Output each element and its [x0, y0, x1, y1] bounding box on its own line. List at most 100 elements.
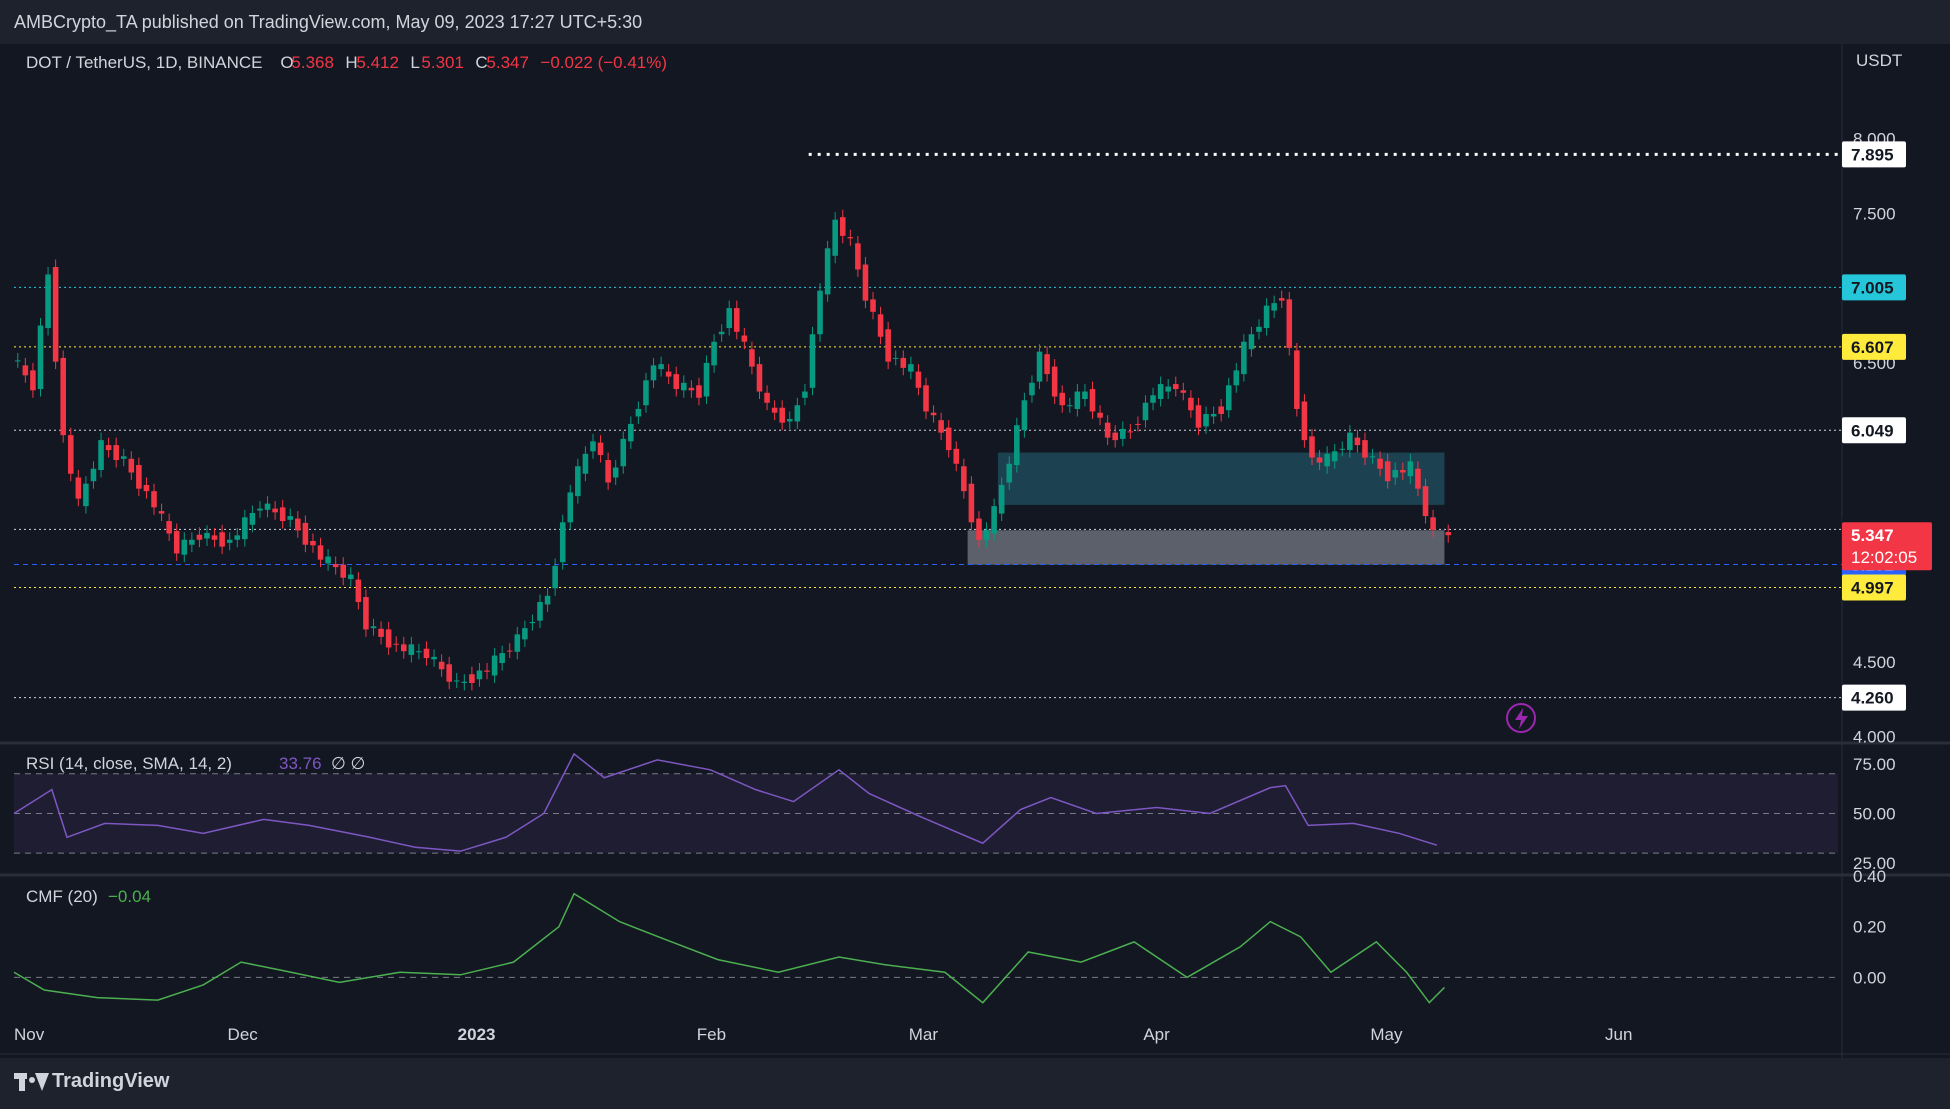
candle-body: [60, 357, 66, 436]
rsi-tick-label: 75.00: [1853, 755, 1896, 774]
candle-body: [681, 382, 687, 391]
rsi-extra: ∅ ∅: [331, 754, 365, 773]
candle-body: [658, 364, 664, 370]
candle-body: [771, 407, 778, 413]
cmf-title: CMF (20): [26, 887, 98, 906]
candle-body: [794, 405, 801, 422]
candle-body: [1195, 405, 1202, 428]
candle-body: [900, 357, 907, 368]
candle-body: [559, 522, 566, 563]
x-tick-label: Feb: [697, 1025, 726, 1044]
x-tick-label: Jun: [1605, 1025, 1632, 1044]
candle-body: [423, 648, 430, 659]
candle-body: [22, 365, 29, 376]
candle-body: [1044, 354, 1050, 375]
candle-body: [226, 539, 233, 543]
published-info: AMBCrypto_TA published on TradingView.co…: [14, 12, 643, 32]
tradingview-logo[interactable]: TradingView: [14, 1070, 169, 1093]
tradingview-brand: TradingView: [52, 1070, 170, 1092]
candle-body: [67, 435, 74, 474]
candle-body: [30, 370, 36, 391]
candle-body: [219, 532, 225, 547]
rsi-title: RSI (14, close, SMA, 14, 2): [26, 754, 232, 773]
footer-bar: TradingView: [0, 1058, 1950, 1109]
publish-header: AMBCrypto_TA published on TradingView.co…: [0, 0, 1950, 44]
candle-body: [908, 364, 914, 372]
candle-body: [1014, 425, 1020, 466]
change-value: −0.022 (−0.41%): [540, 53, 667, 72]
candle-body: [741, 335, 748, 342]
y-tick-label: 4.500: [1853, 653, 1896, 672]
candle-body: [136, 465, 142, 489]
ohlc-value: 5.301: [421, 53, 464, 72]
candle-body: [1407, 461, 1414, 477]
candle-body: [469, 674, 475, 683]
candle-body: [1384, 461, 1391, 482]
candle-body: [355, 579, 362, 603]
candle-body: [37, 325, 44, 390]
chart-area[interactable]: 4.0004.5005.0006.5007.5008.0007.8957.005…: [0, 44, 1950, 1058]
zone-box-1: [967, 530, 1445, 565]
candle-body: [529, 621, 536, 624]
candle-body: [189, 539, 195, 545]
candle-body: [128, 458, 135, 473]
last-price-label: 5.347: [1851, 526, 1894, 545]
candle-body: [370, 626, 377, 629]
candle-body: [325, 556, 331, 564]
candle-body: [75, 477, 82, 499]
candle-body: [310, 540, 316, 546]
candle-body: [242, 517, 248, 540]
candle-body: [1089, 389, 1096, 412]
candle-body: [923, 385, 929, 412]
candle-body: [877, 314, 884, 337]
candle-body: [824, 248, 831, 295]
level-label: 4.997: [1851, 579, 1894, 598]
candle-body: [113, 445, 119, 461]
candle-body: [597, 442, 604, 456]
candle-body: [575, 466, 581, 497]
candle-body: [1188, 397, 1194, 411]
ohlc-value: 5.368: [291, 53, 334, 72]
candle-body: [1119, 428, 1126, 439]
candle-body: [491, 655, 498, 676]
candle-body: [272, 508, 278, 513]
level-label: 6.049: [1851, 421, 1894, 440]
candle-body: [847, 237, 854, 239]
candle-body: [1377, 458, 1383, 469]
candle-body: [257, 508, 263, 511]
cmf-tick-label: 0.00: [1853, 968, 1886, 987]
candle-body: [983, 529, 990, 540]
candle-body: [817, 290, 823, 335]
symbol-label: DOT / TetherUS, 1D, BINANCE: [26, 53, 263, 72]
candle-body: [151, 491, 157, 508]
x-tick-label: May: [1370, 1025, 1403, 1044]
candle-body: [1422, 486, 1429, 517]
candle-body: [968, 483, 975, 523]
candle-body: [582, 453, 589, 474]
candle-body: [552, 565, 558, 589]
candle-body: [1218, 406, 1224, 414]
candle-body: [696, 385, 702, 398]
candle-body: [181, 539, 188, 555]
candle-body: [416, 651, 422, 653]
candle-body: [718, 331, 725, 335]
x-tick-label: 2023: [458, 1025, 496, 1044]
countdown-label: 12:02:05: [1851, 548, 1917, 567]
candle-body: [628, 423, 634, 442]
candle-body: [1036, 351, 1043, 382]
candle-body: [45, 274, 51, 329]
candle-body: [1316, 457, 1323, 463]
x-tick-label: Mar: [909, 1025, 939, 1044]
candle-body: [98, 440, 104, 471]
candle-body: [855, 243, 861, 270]
x-tick-label: Dec: [228, 1025, 259, 1044]
candle-body: [1225, 385, 1232, 411]
candle-body: [1331, 451, 1338, 462]
candle-body: [143, 484, 150, 492]
candle-body: [446, 664, 452, 682]
candle-body: [1294, 350, 1300, 409]
candle-body: [431, 656, 437, 660]
level-label: 4.260: [1851, 689, 1894, 708]
candle-body: [211, 535, 218, 540]
candle-body: [173, 531, 180, 554]
